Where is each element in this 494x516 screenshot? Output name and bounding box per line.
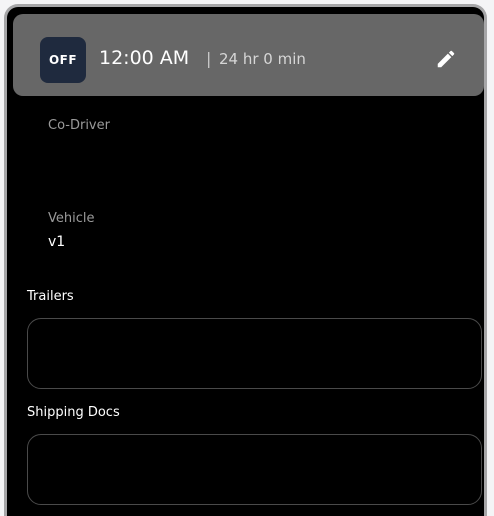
edit-button[interactable] <box>432 45 460 73</box>
status-header[interactable]: OFF 12:00 AM | 24 hr 0 min <box>13 14 484 96</box>
trailers-label: Trailers <box>27 289 74 304</box>
shipping-docs-field[interactable] <box>27 434 482 505</box>
vehicle-value: v1 <box>48 234 66 250</box>
shipping-docs-label: Shipping Docs <box>27 405 120 420</box>
vehicle-label: Vehicle <box>48 211 95 226</box>
time-separator: | <box>206 49 212 68</box>
status-start-time: 12:00 AM <box>99 47 190 69</box>
pencil-icon <box>437 50 455 68</box>
status-duration: 24 hr 0 min <box>219 50 306 68</box>
log-entry-card: OFF 12:00 AM | 24 hr 0 min Co-Driver Veh… <box>4 4 487 516</box>
trailers-field[interactable] <box>27 318 482 389</box>
co-driver-label: Co-Driver <box>48 118 110 133</box>
duty-status-badge: OFF <box>40 37 86 83</box>
